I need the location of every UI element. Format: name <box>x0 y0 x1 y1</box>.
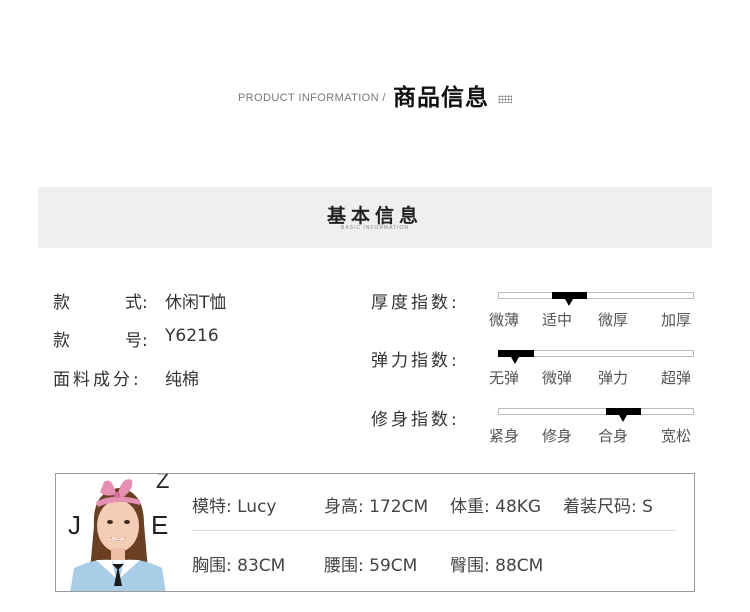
elasticity-index-label: 弹力指数: <box>371 351 460 371</box>
model-size: 着装尺码: S <box>563 497 653 517</box>
dots-decoration-icon <box>498 95 513 103</box>
card-divider <box>192 530 676 531</box>
elasticity-indicator <box>498 350 534 357</box>
thickness-option: 适中 <box>542 311 573 329</box>
fit-index-bar <box>498 408 694 422</box>
elasticity-option: 超弹 <box>661 369 692 387</box>
model-height: 身高: 172CM <box>324 497 429 517</box>
thickness-indicator <box>552 292 587 299</box>
attr-value: 纯棉 <box>165 370 199 390</box>
fit-option: 紧身 <box>489 427 520 445</box>
elasticity-option: 微弹 <box>542 369 573 387</box>
svg-text:J: J <box>68 510 81 540</box>
svg-text:E: E <box>151 510 168 540</box>
thickness-index-bar <box>498 292 694 306</box>
elasticity-option: 弹力 <box>598 369 629 387</box>
model-info-card: J E Z 模特: Lucy 身高: 172CM 体重: 48KG 着装尺码: … <box>55 473 695 592</box>
model-weight: 体重: 48KG <box>450 497 542 517</box>
model-hip: 臀围: 88CM <box>450 556 544 576</box>
elasticity-index-bar <box>498 350 694 364</box>
model-name: 模特: Lucy <box>192 497 277 517</box>
elasticity-arrow-icon <box>511 357 519 364</box>
basic-info-banner: 基本信息 BASIC INFORMATION <box>38 187 712 248</box>
attr-value: 休闲T恤 <box>165 293 227 313</box>
attr-row-item-no: 款 号: Y6216 <box>53 326 219 351</box>
model-waist: 腰围: 59CM <box>324 556 418 576</box>
thickness-option: 微薄 <box>489 311 520 329</box>
attr-label: 款 式: <box>53 293 148 313</box>
fit-option: 修身 <box>542 427 573 445</box>
attr-value: Y6216 <box>165 326 219 346</box>
model-chest: 胸围: 83CM <box>192 556 286 576</box>
thickness-arrow-icon <box>565 299 573 306</box>
header-en-title: PRODUCT INFORMATION / <box>237 92 386 104</box>
header-cn-title: 商品信息 <box>392 85 489 111</box>
attr-row-material: 面料成分: 纯棉 <box>53 365 199 390</box>
basic-info-title: 基本信息 <box>326 205 423 227</box>
elasticity-option: 无弹 <box>489 369 520 387</box>
fit-option: 合身 <box>598 427 629 445</box>
svg-text:Z: Z <box>156 474 169 493</box>
thickness-option: 加厚 <box>661 311 692 329</box>
model-photo: J E Z <box>56 474 176 591</box>
basic-info-subtitle: BASIC INFORMATION <box>340 225 410 231</box>
section-header: PRODUCT INFORMATION / 商品信息 <box>0 78 750 112</box>
fit-arrow-icon <box>619 415 627 422</box>
attr-label: 面料成分: <box>53 370 142 390</box>
fit-index-label: 修身指数: <box>371 410 460 430</box>
attr-row-style: 款 式: 休闲T恤 <box>53 288 226 313</box>
thickness-index-label: 厚度指数: <box>371 293 460 313</box>
thickness-option: 微厚 <box>598 311 629 329</box>
attr-label: 款 号: <box>53 331 148 351</box>
fit-option: 宽松 <box>661 427 692 445</box>
fit-indicator <box>606 408 641 415</box>
